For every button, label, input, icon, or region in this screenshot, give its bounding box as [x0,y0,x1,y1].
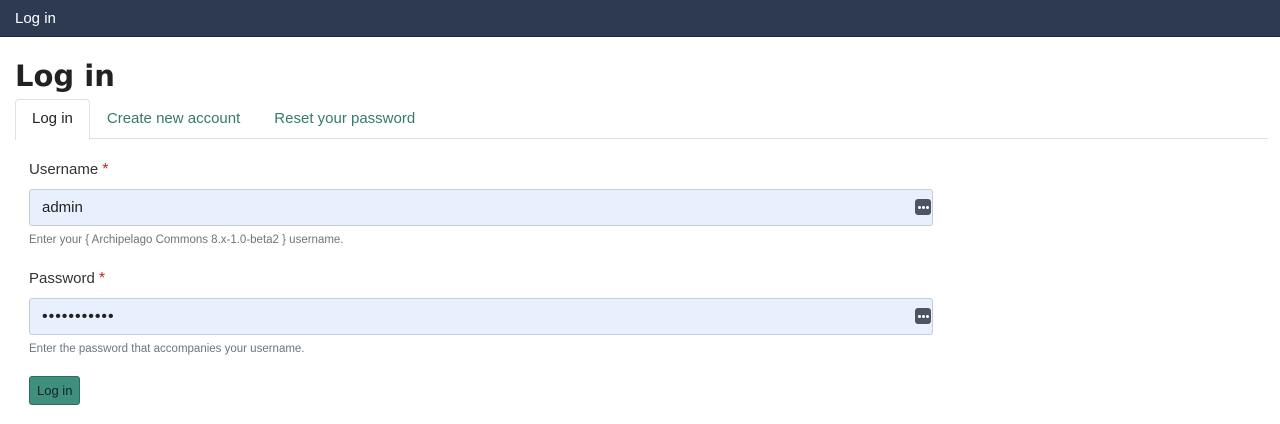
tab-reset-password[interactable]: Reset your password [257,99,432,139]
top-bar-title: Log in [15,9,56,27]
tab-create-new-account[interactable]: Create new account [90,99,257,139]
tabs: Log in Create new account Reset your pas… [15,99,1268,140]
password-input-wrap: ••••••••••• [29,298,933,335]
tab-log-in[interactable]: Log in [15,99,90,140]
required-marker: * [98,270,106,287]
username-label: Username * [29,159,933,180]
required-marker: * [102,161,109,178]
top-bar: Log in [0,0,1280,37]
username-input[interactable]: admin [29,189,933,226]
log-in-button[interactable]: Log in [29,376,81,405]
password-manager-icon[interactable] [915,199,931,215]
username-form-item: Username * admin Enter your { Archipelago… [29,159,933,248]
main-content: Log in Log in Create new account Reset y… [0,59,1280,405]
username-label-text: Username [29,161,99,178]
password-form-item: Password * ••••••••••• Enter the password… [29,268,933,357]
password-input[interactable]: ••••••••••• [29,298,933,335]
password-label: Password * [29,268,933,289]
password-label-text: Password [29,270,95,287]
password-manager-icon[interactable] [915,308,931,324]
username-input-wrap: admin [29,189,933,226]
page-title: Log in [15,59,115,93]
password-help-text: Enter the password that accompanies your… [29,343,305,355]
login-form: Username * admin Enter your { Archipelago… [15,159,933,405]
username-help-text: Enter your { Archipelago Commons 8.x-1.0… [29,234,344,246]
